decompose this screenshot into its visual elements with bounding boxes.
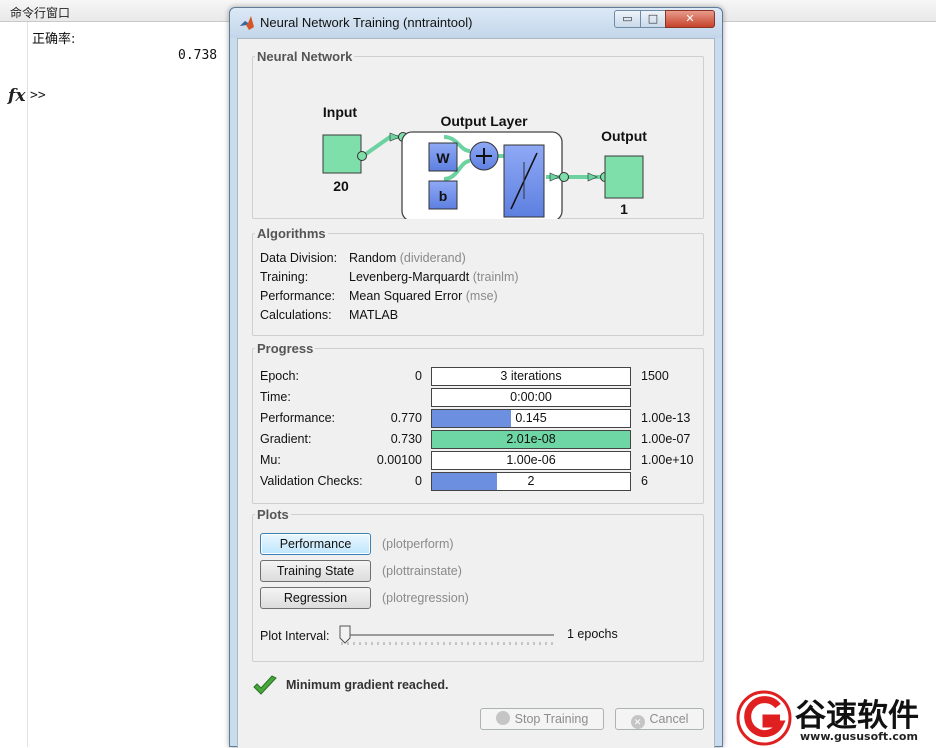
progress-bar: 3 iterations	[431, 367, 631, 386]
weight-label: W	[436, 150, 450, 166]
progress-current: 0:00:00	[510, 390, 552, 404]
gusu-logo-icon	[736, 690, 792, 746]
command-prompt[interactable]: >>	[30, 88, 46, 103]
command-window-gutter	[0, 22, 28, 747]
output-size: 1	[620, 201, 628, 217]
plot-interval-label: Plot Interval:	[260, 629, 330, 643]
neural-network-legend: Neural Network	[257, 49, 353, 64]
progress-start: 0	[415, 369, 422, 383]
stop-training-label: Stop Training	[514, 712, 589, 726]
network-diagram: Input 20 Output Layer W b 1	[322, 104, 647, 219]
progress-current: 1.00e-06	[506, 453, 556, 467]
progress-start: 0.730	[390, 432, 422, 446]
progress-end: 1500	[641, 369, 669, 383]
dialog-title: Neural Network Training (nntraintool)	[260, 15, 473, 30]
progress-label: Time:	[260, 390, 291, 404]
stop-icon	[495, 711, 510, 725]
progress-label: Epoch:	[260, 369, 299, 383]
progress-bar: 2.01e-08	[431, 430, 631, 449]
output-label: 正确率:	[32, 32, 76, 47]
cancel-button[interactable]: ✕ Cancel	[615, 708, 704, 730]
matlab-logo-icon	[240, 16, 254, 30]
progress-current: 2.01e-08	[506, 432, 556, 446]
maximize-button[interactable]: □	[640, 10, 666, 28]
algorithm-function: (trainlm)	[472, 270, 519, 284]
plots-legend: Plots	[257, 507, 289, 522]
output-value: 0.738	[178, 48, 218, 63]
algorithms-legend: Algorithms	[257, 226, 326, 241]
progress-end: 1.00e-13	[641, 411, 691, 425]
progress-start: 0.00100	[376, 453, 422, 467]
progress-start: 0	[415, 474, 422, 488]
progress-end: 6	[641, 474, 648, 488]
progress-start: 0.770	[390, 411, 422, 425]
plot-regression-button[interactable]: Regression	[260, 587, 371, 609]
output-node	[604, 155, 644, 199]
watermark-url: www.gususoft.com	[800, 730, 918, 743]
cancel-label: Cancel	[649, 712, 689, 726]
progress-label: Validation Checks:	[260, 474, 363, 488]
plot-function: (plottrainstate)	[382, 564, 462, 578]
progress-current: 2	[527, 474, 535, 488]
dialog-titlebar[interactable]: Neural Network Training (nntraintool) ▭ …	[230, 8, 722, 38]
algorithm-value: Mean Squared Error (mse)	[349, 289, 498, 303]
plot-function: (plotperform)	[382, 537, 454, 551]
progress-label: Mu:	[260, 453, 281, 467]
progress-label: Gradient:	[260, 432, 312, 446]
progress-end: 1.00e-07	[641, 432, 691, 446]
checkmark-icon	[253, 675, 277, 695]
algorithm-label: Training:	[260, 270, 309, 284]
algorithm-value: Random (dividerand)	[349, 251, 466, 265]
bias-label: b	[439, 188, 448, 204]
algorithm-label: Calculations:	[260, 308, 332, 322]
output-label: Output	[601, 128, 647, 144]
input-label: Input	[323, 104, 358, 120]
status-message: Minimum gradient reached.	[286, 678, 449, 692]
algorithm-function: (mse)	[465, 289, 498, 303]
training-dialog: Neural Network Training (nntraintool) ▭ …	[229, 7, 723, 748]
plot-training-state-button[interactable]: Training State	[260, 560, 371, 582]
input-size: 20	[333, 178, 349, 194]
stop-training-button[interactable]: Stop Training	[480, 708, 604, 730]
plot-performance-button[interactable]: Performance	[260, 533, 371, 555]
progress-bar: 2	[431, 472, 631, 491]
plot-interval-slider[interactable]	[338, 623, 560, 649]
plot-function: (plotregression)	[382, 591, 469, 605]
watermark-brand: 谷速软件	[795, 698, 919, 734]
function-browser-icon[interactable]: fx	[8, 86, 25, 106]
close-button[interactable]: ✕	[665, 10, 715, 28]
progress-current: 0.145	[515, 411, 547, 425]
progress-label: Performance:	[260, 411, 336, 425]
progress-end: 1.00e+10	[641, 453, 694, 467]
dialog-body: Neural Network Input 20 Output Layer W b	[237, 38, 715, 748]
progress-current: 3 iterations	[500, 369, 562, 383]
cancel-icon: ✕	[630, 715, 645, 729]
progress-bar: 0.145	[431, 409, 631, 428]
algorithm-value: MATLAB	[349, 308, 399, 322]
input-node	[322, 134, 362, 174]
slider-thumb[interactable]	[339, 625, 351, 644]
algorithm-value: Levenberg-Marquardt (trainlm)	[349, 270, 519, 284]
algorithm-label: Data Division:	[260, 251, 338, 265]
layer-label: Output Layer	[440, 113, 528, 129]
progress-bar: 1.00e-06	[431, 451, 631, 470]
progress-bar: 0:00:00	[431, 388, 631, 407]
command-window-title: 命令行窗口	[10, 6, 71, 20]
plot-interval-value: 1 epochs	[567, 627, 618, 641]
algorithm-function: (dividerand)	[399, 251, 466, 265]
minimize-button[interactable]: ▭	[614, 10, 641, 28]
algorithm-label: Performance:	[260, 289, 336, 303]
progress-legend: Progress	[257, 341, 314, 356]
